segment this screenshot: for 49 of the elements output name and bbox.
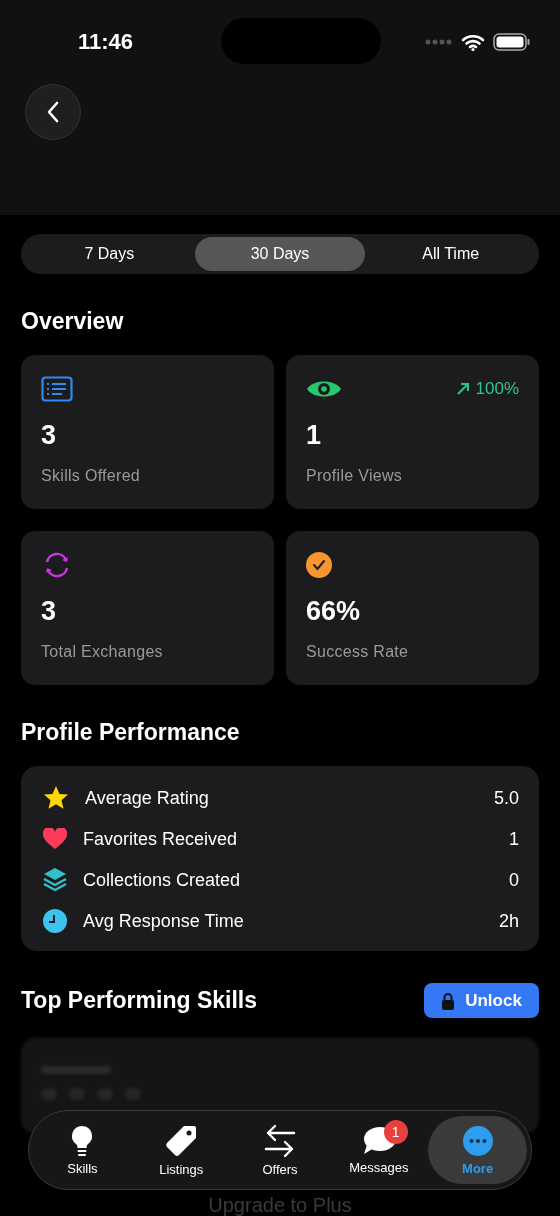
back-icon: [46, 101, 60, 123]
list-icon: [41, 376, 73, 402]
tab-bar-item[interactable]: Skills: [33, 1116, 132, 1184]
stat-label: Total Exchanges: [41, 643, 164, 661]
stat-value: 1: [306, 419, 323, 451]
notification-badge: 1: [383, 1120, 408, 1144]
battery-icon: [493, 33, 531, 51]
period-tab[interactable]: All Time: [365, 237, 536, 271]
stat-value: 3: [41, 595, 58, 627]
metric-label: Average Rating: [85, 787, 209, 809]
section-title: Top Performing Skills: [21, 987, 257, 1014]
swap-arrows-icon: [264, 1123, 296, 1158]
star-icon: [43, 785, 69, 811]
stat-label: Profile Views: [306, 467, 404, 485]
clock-icon: [43, 909, 67, 933]
metric-value: 0: [509, 869, 519, 891]
back-button[interactable]: [25, 84, 81, 140]
trend-up-icon: [455, 382, 470, 396]
period-tab[interactable]: 30 Days: [194, 237, 366, 271]
stat-value: 66%: [306, 595, 362, 627]
section-title: Profile Performance: [21, 719, 241, 746]
stat-label: Success Rate: [306, 643, 410, 661]
tab-bar-item[interactable]: Listings: [131, 1116, 231, 1184]
locked-message: Upgrade to Plus: [208, 1194, 352, 1216]
heart-icon: [43, 828, 67, 850]
more-icon: [461, 1124, 494, 1157]
tag-icon: [164, 1123, 199, 1158]
checkmark-icon: [306, 552, 332, 578]
tab-bar-item[interactable]: Messages 1: [329, 1116, 429, 1184]
tab-bar-item[interactable]: More: [428, 1116, 527, 1184]
section-title: Overview: [21, 308, 125, 335]
lightbulb-icon: [70, 1124, 95, 1157]
metric-value: 1: [509, 828, 519, 850]
layers-icon: [43, 867, 67, 893]
metric-value: 5.0: [493, 787, 519, 809]
unlock-button[interactable]: Unlock: [424, 983, 539, 1018]
metric-value: 2h: [498, 910, 519, 932]
status-time: 11:46: [78, 29, 134, 55]
stat-value: 3: [41, 419, 58, 451]
lock-icon: [441, 991, 456, 1010]
stat-label: Skills Offered: [41, 467, 142, 485]
trend-value: 100%: [475, 379, 519, 399]
signal-icon: [425, 39, 453, 45]
metric-label: Favorites Received: [83, 828, 238, 850]
period-tab[interactable]: 7 Days: [24, 237, 195, 271]
metric-label: Collections Created: [83, 869, 241, 891]
wifi-icon: [461, 33, 485, 51]
metric-label: Avg Response Time: [83, 910, 244, 932]
tab-bar-item[interactable]: Offers: [230, 1116, 330, 1184]
